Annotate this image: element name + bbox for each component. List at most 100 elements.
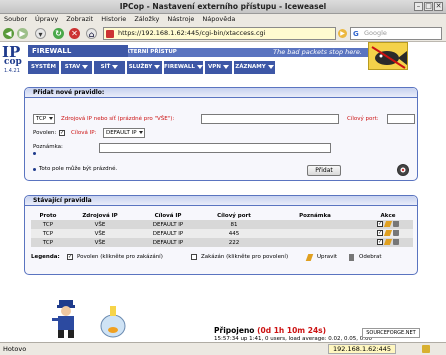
- statusbar: Hotovo 192.168.1.62:445: [0, 342, 446, 355]
- legend: Legenda: ✓ Povolen (klikněte pro zakázán…: [31, 252, 413, 262]
- uptime-text: (0d 1h 10m 24s): [257, 326, 327, 335]
- menubar: Soubor Úpravy Zobrazit Historie Záložky Nástr…: [0, 14, 446, 25]
- tab-sit-label: SÍŤ: [100, 64, 111, 70]
- tab-zaznamy[interactable]: ZÁZNAMY: [234, 61, 276, 74]
- legend-enabled: Povolen (klikněte pro zakázání): [77, 254, 163, 260]
- tab-system[interactable]: SYSTÉM: [28, 61, 60, 82]
- url-input[interactable]: https://192.168.1.62:445/cgi-bin/xtacces…: [103, 27, 336, 40]
- menu-soubor[interactable]: Soubor: [0, 14, 31, 24]
- back-icon[interactable]: ◀: [3, 28, 14, 39]
- note-input[interactable]: [99, 143, 331, 153]
- cell-source: VŠE: [65, 238, 135, 247]
- version-text: 1.4.21: [4, 68, 20, 74]
- tab-stav-label: STAV: [64, 64, 81, 70]
- window-title: IPCop - Nastavení externího přístupu - I…: [119, 2, 327, 11]
- dropdown-chevron-icon[interactable]: ▾: [35, 28, 46, 39]
- tab-system-label: SYSTÉM: [31, 64, 56, 70]
- edit-pencil-icon[interactable]: [383, 230, 393, 237]
- help-icon[interactable]: [397, 164, 409, 176]
- connection-status: Připojeno (0d 1h 10m 24s): [214, 326, 326, 335]
- chevron-down-icon: [41, 77, 48, 82]
- dest-ip-select[interactable]: DEFAULT IP: [103, 128, 145, 138]
- window-titlebar: IPCop - Nastavení externího přístupu - I…: [0, 0, 446, 14]
- tab-firewall[interactable]: FIREWALL: [164, 61, 204, 74]
- trash-icon[interactable]: [393, 230, 399, 237]
- google-icon: G: [353, 30, 359, 38]
- stop-icon[interactable]: ✕: [69, 28, 80, 39]
- menu-zalozky[interactable]: Záložky: [130, 14, 163, 24]
- protocol-select[interactable]: TCP: [33, 114, 55, 124]
- tab-stav[interactable]: STAV: [61, 61, 93, 74]
- sourceforge-badge[interactable]: SOURCEFORGE.NET: [362, 328, 420, 338]
- menu-napoveda[interactable]: Nápověda: [198, 14, 239, 24]
- rules-table: Proto Zdrojová IP Cílová IP Cílový port …: [31, 212, 413, 247]
- chevron-down-icon: [196, 64, 203, 69]
- close-button[interactable]: ✕: [434, 2, 443, 11]
- enabled-checkbox-icon[interactable]: ✓: [377, 230, 383, 237]
- go-arrow-icon[interactable]: ▶: [338, 29, 347, 38]
- cell-dest-port: 81: [201, 220, 267, 229]
- page-content: IP cop 1.4.21 EXTERNÍ PŘÍSTUP FIREWALL T…: [0, 42, 446, 342]
- tab-vpn[interactable]: VPN: [205, 61, 233, 74]
- navigation-toolbar: ◀ ▶ ▾ ↻ ✕ ⌂ https://192.168.1.62:445/cgi…: [0, 25, 446, 42]
- col-proto: Proto: [39, 213, 57, 219]
- add-button[interactable]: Přidat: [307, 165, 341, 176]
- menu-zobrazit[interactable]: Zobrazit: [62, 14, 97, 24]
- enabled-checkbox-icon[interactable]: ✓: [377, 239, 383, 246]
- legend-unchecked-icon: [191, 254, 197, 260]
- cell-note: [267, 220, 363, 229]
- minimize-button[interactable]: –: [414, 2, 423, 11]
- cell-actions: ✓: [363, 238, 413, 247]
- cell-note: [267, 238, 363, 247]
- cell-dest-ip: DEFAULT IP: [135, 220, 201, 229]
- menu-historie[interactable]: Historie: [97, 14, 130, 24]
- legend-delete: Odebrat: [359, 254, 382, 260]
- chevron-down-icon: [154, 64, 161, 69]
- existing-rules-panel: Stávající pravidla Proto Zdrojová IP Cíl…: [24, 195, 418, 275]
- chevron-down-icon: [82, 64, 89, 69]
- add-rule-panel: Přidat nové pravidlo: TCP Zdrojová IP ne…: [24, 87, 418, 181]
- connected-text: Připojeno: [214, 326, 255, 335]
- add-rule-title: Přidat nové pravidlo:: [25, 88, 417, 98]
- reload-icon[interactable]: ↻: [53, 28, 64, 39]
- enabled-checkbox-icon[interactable]: ✓: [377, 221, 383, 228]
- tab-sluzby[interactable]: SLUŽBY: [127, 61, 163, 74]
- logo-cop-text: cop: [4, 57, 22, 67]
- trash-icon[interactable]: [393, 239, 399, 246]
- search-input[interactable]: G Google: [350, 27, 442, 40]
- cell-actions: ✓: [363, 220, 413, 229]
- tab-sit[interactable]: SÍŤ: [94, 61, 126, 74]
- cell-dest-ip: DEFAULT IP: [135, 238, 201, 247]
- legend-disabled: Zakázán (klikněte pro povolení): [201, 254, 289, 260]
- forward-icon[interactable]: ▶: [17, 28, 28, 39]
- url-text: https://192.168.1.62:445/cgi-bin/xtacces…: [118, 29, 266, 37]
- tab-firewall-label: FIREWALL: [164, 64, 195, 70]
- home-icon[interactable]: ⌂: [86, 28, 97, 39]
- dest-port-input[interactable]: [387, 114, 415, 124]
- edit-pencil-icon[interactable]: [383, 221, 393, 228]
- legend-pencil-icon: [305, 254, 314, 261]
- edit-pencil-icon[interactable]: [383, 239, 393, 246]
- legend-trash-icon: [349, 254, 354, 261]
- table-row: TCP VŠE DEFAULT IP 81 ✓: [31, 220, 413, 229]
- note-label: Poznámka:: [33, 144, 63, 150]
- ipcop-logo[interactable]: IP cop 1.4.21: [1, 43, 25, 75]
- source-ip-input[interactable]: [201, 114, 339, 124]
- chevron-down-icon: [139, 131, 143, 134]
- col-actions: Akce: [380, 213, 396, 219]
- status-text: Hotovo: [3, 345, 27, 353]
- dest-port-label: Cílový port:: [347, 116, 379, 122]
- search-placeholder: Google: [364, 29, 387, 37]
- required-dot-icon: [33, 152, 36, 155]
- enabled-checkbox[interactable]: ✓: [59, 130, 65, 136]
- maximize-button[interactable]: □: [424, 2, 433, 11]
- trash-icon[interactable]: [393, 221, 399, 228]
- col-note: Poznámka: [299, 213, 331, 219]
- menu-upravy[interactable]: Úpravy: [31, 14, 62, 24]
- menu-nastroje[interactable]: Nástroje: [163, 14, 198, 24]
- fish-bowl-icon: [98, 304, 128, 339]
- status-host[interactable]: 192.168.1.62:445: [328, 344, 397, 354]
- table-row: TCP VŠE DEFAULT IP 445 ✓: [31, 229, 413, 238]
- legend-label: Legenda:: [31, 254, 60, 260]
- lock-icon[interactable]: [422, 345, 430, 353]
